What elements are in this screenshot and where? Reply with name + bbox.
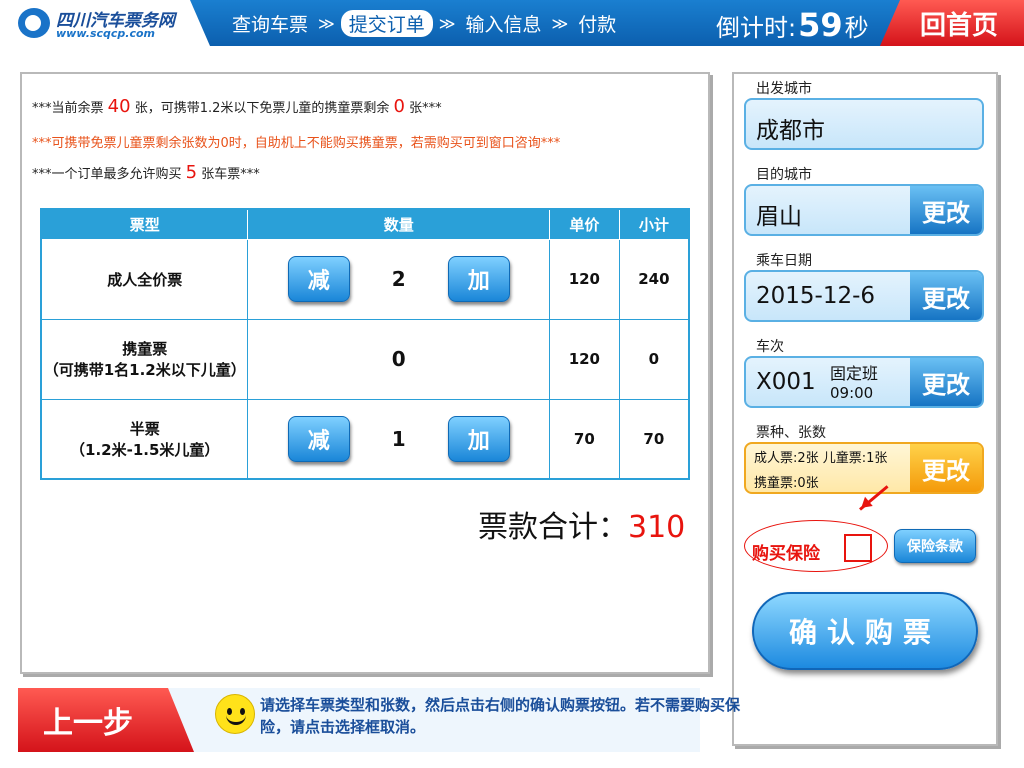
increase-adult-button[interactable]: 加 — [447, 256, 510, 302]
smiley-mouth — [226, 715, 246, 725]
tip-text: 请选择车票类型和张数，然后点击右侧的确认购票按钮。若不需要购买保险，请点击选择框… — [260, 696, 741, 736]
departure-field: 成都市 — [744, 98, 984, 150]
ticket-table: 票型 数量 单价 小计 成人全价票 减 2 加 120 240 携童票 （可携带… — [40, 208, 690, 480]
notice-remaining: ***当前余票 40 张，可携带1.2米以下免票儿童的携童票剩余 0 张*** — [32, 96, 442, 117]
smiley-icon — [215, 694, 255, 734]
col-ticket-type: 票型 — [40, 208, 249, 240]
ticket-type-cell: 携童票 （可携带1名1.2米以下儿童） — [40, 318, 249, 400]
table-row-half: 半票 （1.2米-1.5米儿童） 减 1 加 70 70 — [40, 398, 690, 480]
ticket-type-label: 成人全价票 — [107, 270, 183, 289]
step-separator-icon: ≫ — [551, 13, 569, 33]
step-payment: 付款 — [578, 13, 617, 36]
change-trip-button[interactable]: 更改 — [910, 358, 982, 406]
quantity-cell: 减 1 加 — [247, 398, 550, 480]
change-date-button[interactable]: 更改 — [910, 272, 982, 320]
trip-type: 固定班 — [830, 364, 879, 383]
step-submit-order: 提交订单 — [340, 9, 433, 37]
back-button[interactable]: 上一步 — [18, 688, 194, 752]
col-unit-price: 单价 — [548, 208, 620, 240]
tickets-label: 票种、张数 — [756, 425, 826, 441]
trip-number: X001 — [756, 369, 816, 395]
step-input-info: 输入信息 — [465, 13, 542, 36]
date-value: 2015-12-6 — [756, 283, 876, 309]
remaining-count: 40 — [107, 96, 131, 117]
notice-text: 张车票*** — [201, 167, 260, 182]
tickets-summary-line1: 成人票:2张 儿童票:1张 — [754, 451, 888, 466]
step-query: 查询车票 — [232, 13, 309, 36]
ticket-type-label: 携童票 — [122, 340, 168, 358]
top-bar: 四川汽车票务网 www.scqcp.com 查询车票 ≫ 提交订单 ≫ 输入信息… — [0, 0, 1024, 46]
table-row-adult: 成人全价票 减 2 加 120 240 — [40, 238, 690, 320]
notice-max-tickets: ***一个订单最多允许购买 5 张车票*** — [32, 162, 260, 183]
insurance-checkbox[interactable] — [844, 534, 872, 562]
total-label: 票款合计： — [478, 510, 628, 545]
trip-summary-panel: 出发城市 成都市 目的城市 眉山 更改 乘车日期 2015-12-6 更改 车次… — [732, 72, 998, 746]
countdown-value: 59 — [798, 6, 843, 44]
notice-text: 张，可携带1.2米以下免票儿童的携童票剩余 — [134, 101, 390, 116]
trip-field: X001 固定班 09:00 更改 — [744, 356, 984, 408]
table-row-child-carry: 携童票 （可携带1名1.2米以下儿童） 0 120 0 — [40, 318, 690, 400]
logo-mark-icon — [18, 8, 50, 38]
unit-price-cell: 120 — [548, 238, 620, 320]
tickets-field: 成人票:2张 儿童票:1张 携童票:0张 更改 — [744, 442, 984, 494]
destination-label: 目的城市 — [756, 167, 812, 183]
table-header-row: 票型 数量 单价 小计 — [40, 208, 690, 240]
countdown-unit: 秒 — [844, 14, 869, 42]
notice-text: 张*** — [409, 101, 442, 116]
ticket-type-cell: 半票 （1.2米-1.5米儿童） — [40, 398, 249, 480]
tickets-summary-line2: 携童票:0张 — [754, 476, 819, 491]
notice-child-ticket: ***可携带免票儿童票剩余张数为0时，自助机上不能购买携童票，若需购买可到窗口咨… — [32, 136, 561, 151]
ticket-type-note: （可携带1名1.2米以下儿童） — [43, 361, 246, 379]
insurance-label: 购买保险 — [752, 544, 820, 564]
ticket-type-note: （1.2米-1.5米儿童） — [70, 440, 220, 459]
quantity-cell: 减 2 加 — [247, 238, 550, 320]
departure-value: 成都市 — [756, 118, 825, 144]
notice-text: ***一个订单最多允许购买 — [32, 167, 182, 182]
subtotal-cell: 240 — [618, 238, 690, 320]
step-separator-icon: ≫ — [438, 13, 456, 33]
destination-field: 眉山 更改 — [744, 184, 984, 236]
ticket-type-cell: 成人全价票 — [40, 238, 249, 320]
smiley-eye — [227, 708, 232, 715]
insurance-terms-button[interactable]: 保险条款 — [894, 529, 976, 563]
subtotal-cell: 0 — [618, 318, 690, 400]
date-label: 乘车日期 — [756, 253, 812, 269]
step-separator-icon: ≫ — [318, 13, 335, 33]
change-tickets-button[interactable]: 更改 — [910, 444, 982, 492]
countdown: 倒计时: 59 秒 — [716, 6, 869, 44]
col-quantity: 数量 — [247, 208, 550, 240]
notice-text: ***当前余票 — [32, 101, 104, 116]
total-value: 310 — [628, 510, 686, 545]
max-ticket-count: 5 — [185, 162, 198, 183]
increase-half-button[interactable]: 加 — [447, 415, 510, 462]
trip-label: 车次 — [756, 339, 784, 355]
decrease-half-button[interactable]: 减 — [287, 415, 350, 462]
half-quantity: 1 — [391, 426, 406, 451]
logo-url: www.scqcp.com — [56, 27, 156, 40]
adult-quantity: 2 — [391, 267, 406, 291]
child-remaining-count: 0 — [393, 96, 405, 117]
confirm-purchase-button[interactable]: 确认购票 — [752, 592, 978, 670]
col-subtotal: 小计 — [618, 208, 690, 240]
home-button[interactable]: 回首页 — [880, 0, 1024, 46]
logo: 四川汽车票务网 www.scqcp.com — [0, 0, 210, 46]
child-carry-quantity: 0 — [391, 347, 406, 371]
countdown-label: 倒计时: — [716, 14, 797, 42]
trip-time: 09:00 — [830, 384, 874, 402]
order-panel: ***当前余票 40 张，可携带1.2米以下免票儿童的携童票剩余 0 张*** … — [20, 72, 710, 674]
ticket-type-label: 半票 — [129, 419, 160, 438]
decrease-adult-button[interactable]: 减 — [287, 256, 350, 302]
unit-price-cell: 120 — [548, 318, 620, 400]
destination-value: 眉山 — [756, 204, 802, 230]
change-destination-button[interactable]: 更改 — [910, 186, 982, 234]
unit-price-cell: 70 — [548, 398, 620, 480]
total-amount: 票款合计：310 — [478, 502, 685, 546]
step-indicator: 查询车票 ≫ 提交订单 ≫ 输入信息 ≫ 付款 — [228, 9, 620, 37]
departure-label: 出发城市 — [756, 81, 812, 97]
smiley-eye — [240, 708, 245, 715]
subtotal-cell: 70 — [618, 398, 690, 480]
date-field: 2015-12-6 更改 — [744, 270, 984, 322]
ticket-order-screen: 四川汽车票务网 www.scqcp.com 查询车票 ≫ 提交订单 ≫ 输入信息… — [0, 0, 1024, 768]
quantity-cell: 0 — [247, 318, 550, 400]
